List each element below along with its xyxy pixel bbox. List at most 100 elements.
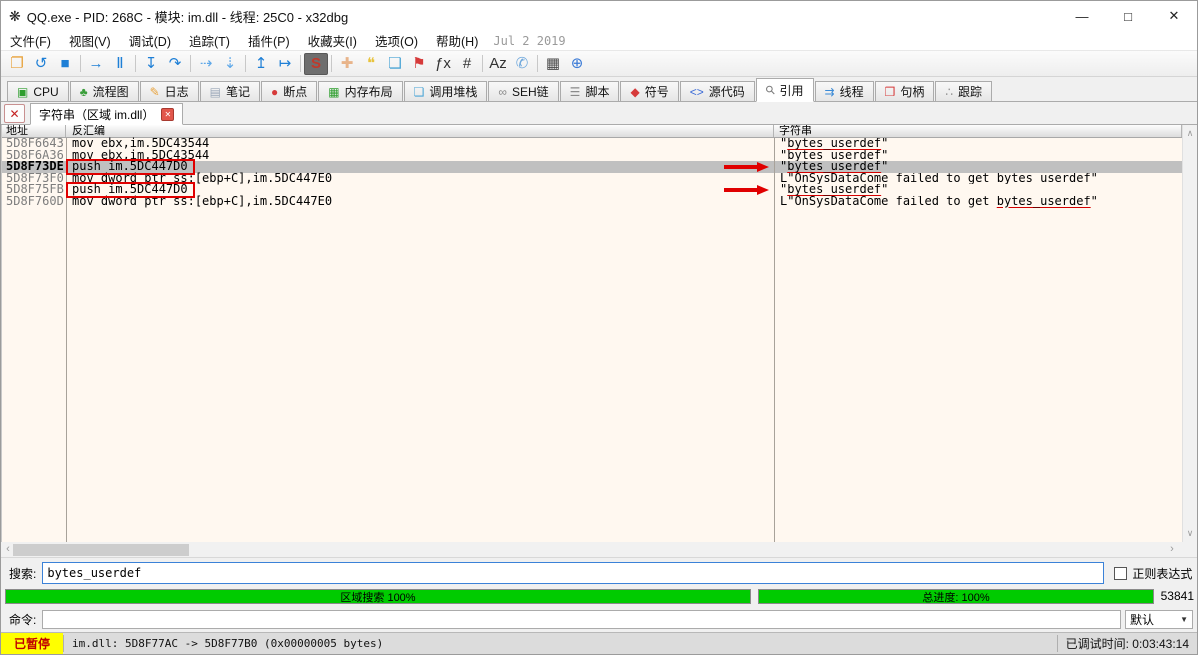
table-row[interactable]: 5D8F75FB push im.5DC447D0 "bytes_userdef… (2, 184, 1182, 196)
search-row: 搜索: 正则表达式 (1, 558, 1197, 588)
tab-script[interactable]: ☰ 脚本 (560, 81, 620, 102)
strings-region-subtab[interactable]: 字符串（区域 im.dll） ✕ (30, 103, 183, 125)
script-scroll-icon: ☰ (570, 86, 581, 98)
patches-button[interactable]: ✚ (335, 53, 359, 75)
x32dbg-window: ❋ QQ.exe - PID: 268C - 模块: im.dll - 线程: … (0, 0, 1198, 655)
execute-till-return-button[interactable]: ↥ (249, 53, 273, 75)
step-over-button[interactable]: ↷ (163, 53, 187, 75)
source-mode-toggle[interactable]: S (304, 53, 328, 75)
tab-handles[interactable]: ❒ 句柄 (875, 81, 935, 102)
column-divider-address (66, 138, 67, 542)
table-row[interactable]: 5D8F73DE push im.5DC447D0 "bytes_userdef… (2, 161, 1182, 173)
close-all-tabs-button[interactable]: ✕ (4, 104, 25, 123)
tab-seh[interactable]: ∞ SEH链 (488, 81, 558, 102)
open-file-button[interactable]: ❐ (5, 53, 29, 75)
comments-button[interactable]: ❝ (359, 53, 383, 75)
maximize-icon: □ (1124, 9, 1132, 24)
maximize-button[interactable]: □ (1105, 1, 1151, 31)
result-count: 53841 (1161, 589, 1194, 603)
cpu-chip-icon: ▣ (17, 86, 28, 98)
toolbar-separator (331, 55, 332, 72)
vertical-scrollbar[interactable]: ∧ ∨ (1182, 125, 1197, 542)
animate-over-button[interactable]: ⇣ (218, 53, 242, 75)
tab-label: 日志 (165, 83, 189, 100)
call-stack-icon: ❏ (414, 86, 425, 98)
regex-checkbox[interactable] (1114, 567, 1127, 580)
tab-cpu[interactable]: ▣ CPU (7, 81, 69, 102)
tab-memory-map[interactable]: ▦ 内存布局 (318, 81, 402, 102)
notes-pages-icon: ▤ (210, 86, 221, 98)
command-mode-dropdown[interactable]: 默认 ▼ (1125, 610, 1193, 629)
animate-into-button[interactable]: ⇢ (194, 53, 218, 75)
subtab-close-button[interactable]: ✕ (161, 108, 174, 121)
search-match-text: bytes_userdef (787, 184, 881, 196)
minimize-button[interactable]: — (1059, 1, 1105, 31)
chevron-down-icon: ▼ (1180, 615, 1188, 624)
scroll-right-icon[interactable]: › (1165, 542, 1179, 558)
tab-graph[interactable]: ♣ 流程图 (70, 81, 139, 102)
tab-label: 脚本 (585, 83, 609, 100)
address-cell: 5D8F6A36 (2, 150, 66, 162)
tab-threads[interactable]: ⇉ 线程 (815, 81, 874, 102)
case-toggle-button[interactable]: Az (486, 53, 510, 75)
run-to-user-code-button[interactable]: ↦ (273, 53, 297, 75)
tab-notes[interactable]: ▤ 笔记 (200, 81, 260, 102)
toolbar-separator (245, 55, 246, 72)
menu-item[interactable]: 帮助(H) (427, 31, 487, 50)
menu-item[interactable]: 文件(F) (1, 31, 60, 50)
menu-item[interactable]: 调试(D) (120, 31, 180, 50)
tab-trace[interactable]: ∴ 跟踪 (935, 81, 992, 102)
menu-item[interactable]: 追踪(T) (180, 31, 239, 50)
menu-item[interactable]: 插件(P) (239, 31, 299, 50)
tab-call-stack[interactable]: ❏ 调用堆栈 (404, 81, 488, 102)
tab-log[interactable]: ✎ 日志 (140, 81, 199, 102)
hash-icon: # (463, 56, 471, 71)
string-cell: "bytes_userdef" (774, 161, 1182, 173)
menu-item[interactable]: 选项(O) (366, 31, 427, 50)
debug-state-badge: 已暂停 (1, 633, 63, 654)
calculator-button[interactable]: ▦ (541, 53, 565, 75)
bookmarks-button[interactable]: ⚑ (407, 53, 431, 75)
string-suffix: " (881, 150, 888, 162)
donate-globe-button[interactable]: ⊕ (565, 53, 589, 75)
column-header-string[interactable]: 字符串 (774, 125, 1182, 137)
source-code-icon: <> (690, 86, 704, 98)
animate-over-icon: ⇣ (224, 56, 237, 71)
string-suffix: " (1091, 173, 1098, 185)
table-body: 5D8F6643 mov ebx,im.5DC43544 "bytes_user… (2, 138, 1182, 542)
debug-time-label: 已调试时间: 0:03:43:14 (1058, 633, 1197, 654)
labels-button[interactable]: ❏ (383, 53, 407, 75)
tab-references[interactable]: ⚲ 引用 (756, 78, 814, 102)
step-into-icon: ↧ (145, 56, 158, 71)
menu-item[interactable]: 视图(V) (60, 31, 120, 50)
tab-label: 断点 (283, 83, 307, 100)
column-divider-string (774, 138, 775, 542)
command-row: 命令: 默认 ▼ (1, 606, 1197, 632)
horizontal-scroll-thumb[interactable] (13, 544, 189, 556)
string-cell: L"OnSysDataCome failed to get bytes_user… (774, 196, 1182, 208)
functions-button[interactable]: ƒx (431, 53, 455, 75)
tab-symbols[interactable]: ◆ 符号 (620, 81, 678, 102)
tab-source[interactable]: <> 源代码 (680, 81, 755, 102)
command-input[interactable] (42, 610, 1121, 629)
memory-map-icon: ▦ (328, 86, 339, 98)
close-button[interactable]: ✕ (1151, 1, 1197, 31)
scroll-up-icon[interactable]: ∧ (1183, 128, 1197, 139)
restart-button[interactable]: ↺ (29, 53, 53, 75)
column-header-address[interactable]: 地址 (2, 125, 66, 137)
breakpoint-dot-icon: ● (271, 86, 278, 98)
run-button[interactable]: → (84, 53, 108, 75)
status-message: im.dll: 5D8F77AC -> 5D8F77B0 (0x00000005… (64, 633, 1057, 654)
toolbar: ❐ ↺ ■ → Ⅱ ↧ ↷ ⇢ ⇣ ↥ (1, 51, 1197, 77)
notify-button[interactable]: ✆ (510, 53, 534, 75)
menu-item[interactable]: 收藏夹(I) (299, 31, 366, 50)
address-cell: 5D8F73DE (2, 161, 66, 173)
comment-hash-button[interactable]: # (455, 53, 479, 75)
stop-button[interactable]: ■ (53, 53, 77, 75)
tab-breakpoints[interactable]: ● 断点 (261, 81, 317, 102)
pause-button[interactable]: Ⅱ (108, 53, 132, 75)
scroll-down-icon[interactable]: ∨ (1183, 528, 1197, 539)
search-input[interactable] (42, 562, 1104, 584)
horizontal-scrollbar[interactable]: ‹ › (1, 542, 1197, 558)
step-into-button[interactable]: ↧ (139, 53, 163, 75)
